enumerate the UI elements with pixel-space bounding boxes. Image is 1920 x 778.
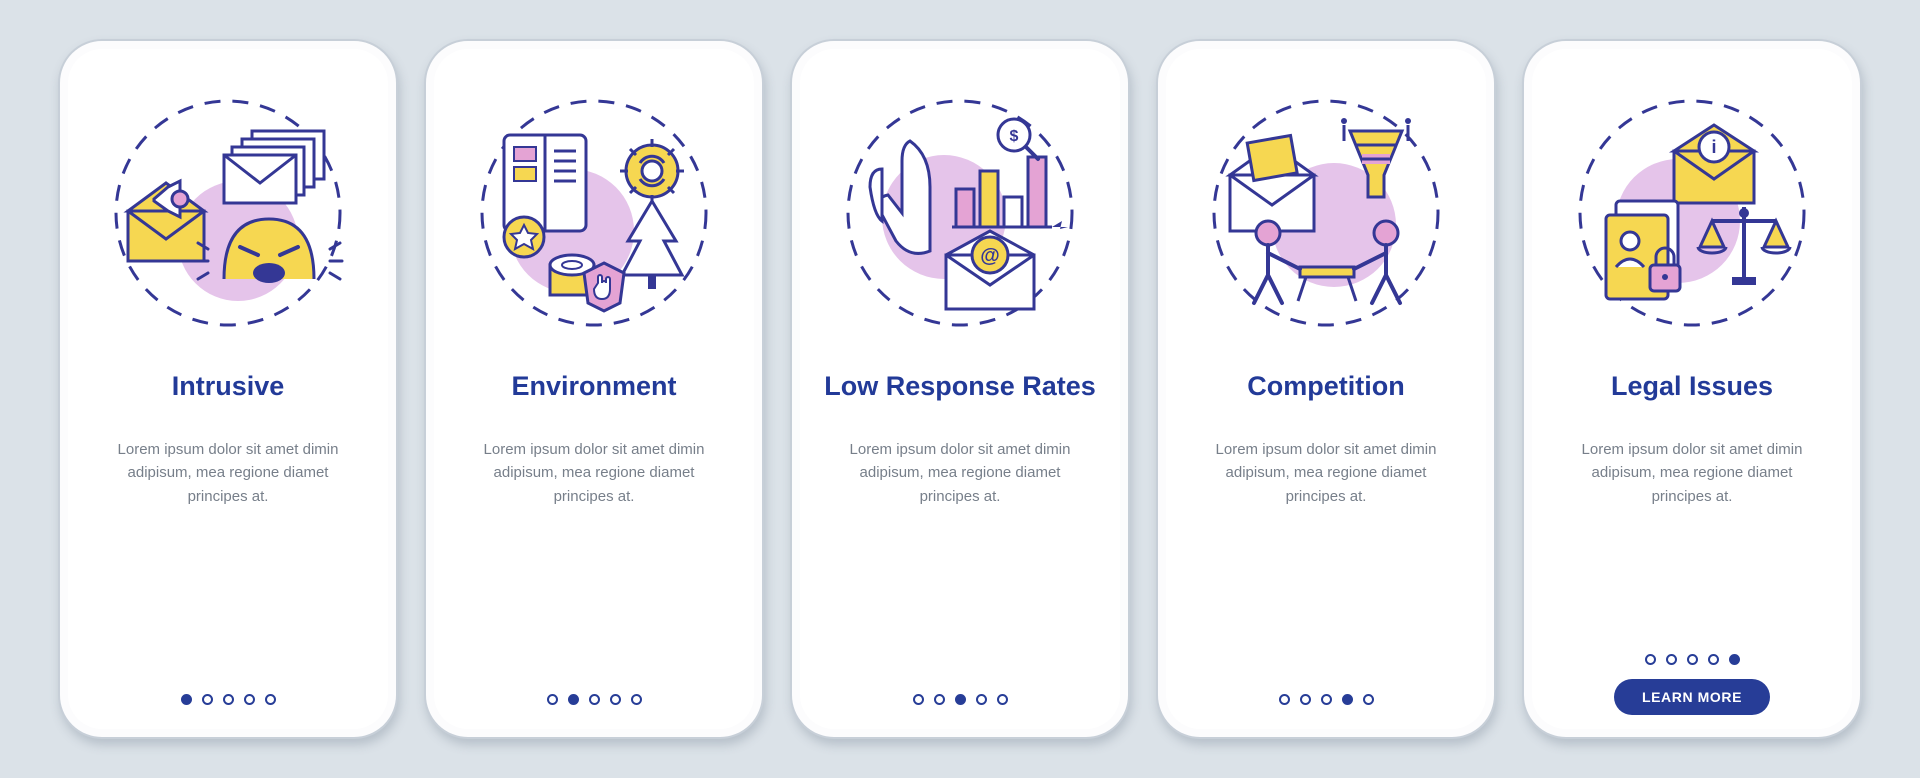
page-dot[interactable] [202, 694, 213, 705]
card-description: Lorem ipsum dolor sit amet dimin adipisu… [469, 438, 719, 508]
page-dot[interactable] [568, 694, 579, 705]
page-dot[interactable] [913, 694, 924, 705]
card-title: Competition [1247, 371, 1404, 402]
onboarding-card: Environment Lorem ipsum dolor sit amet d… [424, 39, 764, 739]
page-dot[interactable] [265, 694, 276, 705]
card-title: Environment [511, 371, 676, 402]
page-dot[interactable] [934, 694, 945, 705]
page-dot[interactable] [1342, 694, 1353, 705]
low-response-icon: $ @ [838, 91, 1083, 336]
card-title: Intrusive [172, 371, 285, 402]
onboarding-card: i Lega [1522, 39, 1862, 739]
onboarding-card: Intrusive Lorem ipsum dolor sit amet dim… [58, 39, 398, 739]
card-description: Lorem ipsum dolor sit amet dimin adipisu… [1567, 438, 1817, 508]
card-title: Low Response Rates [824, 371, 1096, 402]
page-dot[interactable] [631, 694, 642, 705]
page-dot[interactable] [1321, 694, 1332, 705]
page-dots [913, 694, 1008, 705]
legal-issues-icon: i [1570, 91, 1815, 336]
card-description: Lorem ipsum dolor sit amet dimin adipisu… [1201, 438, 1451, 508]
page-dots [1279, 694, 1374, 705]
learn-more-button[interactable]: LEARN MORE [1614, 679, 1770, 715]
page-dot[interactable] [1645, 654, 1656, 665]
page-dot[interactable] [1729, 654, 1740, 665]
page-dot[interactable] [1363, 694, 1374, 705]
page-dot[interactable] [244, 694, 255, 705]
page-dot[interactable] [223, 694, 234, 705]
page-dot[interactable] [976, 694, 987, 705]
page-dot[interactable] [997, 694, 1008, 705]
page-dots [1645, 654, 1740, 665]
page-dot[interactable] [1687, 654, 1698, 665]
page-dot[interactable] [1300, 694, 1311, 705]
svg-text:i: i [1711, 137, 1716, 157]
page-dot[interactable] [547, 694, 558, 705]
intrusive-icon [106, 91, 351, 336]
card-description: Lorem ipsum dolor sit amet dimin adipisu… [103, 438, 353, 508]
page-dot[interactable] [610, 694, 621, 705]
card-description: Lorem ipsum dolor sit amet dimin adipisu… [835, 438, 1085, 508]
svg-text:@: @ [980, 245, 1000, 267]
page-dot[interactable] [1708, 654, 1719, 665]
page-dots [547, 694, 642, 705]
competition-icon [1204, 91, 1449, 336]
environment-icon [472, 91, 717, 336]
svg-text:$: $ [1009, 128, 1018, 145]
page-dots [181, 694, 276, 705]
card-title: Legal Issues [1611, 371, 1773, 402]
onboarding-card: Competition Lorem ipsum dolor sit amet d… [1156, 39, 1496, 739]
page-dot[interactable] [955, 694, 966, 705]
page-dot[interactable] [1666, 654, 1677, 665]
page-dot[interactable] [589, 694, 600, 705]
page-dot[interactable] [1279, 694, 1290, 705]
onboarding-card: $ @ Low Response Rates Lorem ipsum dolor… [790, 39, 1130, 739]
page-dot[interactable] [181, 694, 192, 705]
